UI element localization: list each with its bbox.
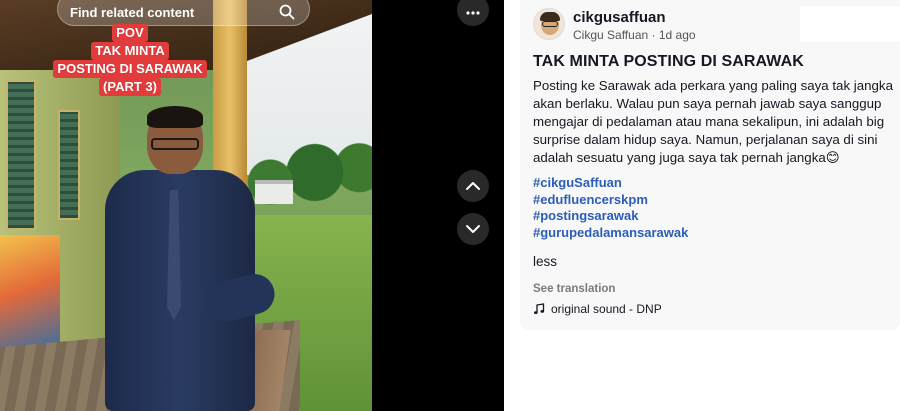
search-input[interactable]: Find related content	[70, 0, 275, 20]
music-note-icon	[534, 303, 545, 314]
video-window	[6, 80, 36, 230]
player-side-area	[372, 0, 504, 411]
tiktok-video-page: Find related content POV TAK MINTA POSTI…	[0, 0, 900, 411]
previous-video-button[interactable]	[457, 170, 489, 202]
ellipsis-icon	[466, 11, 480, 15]
hashtag-link[interactable]: #postingsarawak	[533, 208, 688, 225]
hashtag-link[interactable]: #gurupedalamansarawak	[533, 225, 688, 242]
video-caption-overlay: POV TAK MINTA POSTING DI SARAWAK (PART 3…	[46, 24, 214, 96]
video-window	[58, 110, 80, 220]
video-person	[95, 106, 279, 411]
avatar[interactable]	[533, 8, 565, 40]
sound-name: original sound - DNP	[551, 302, 662, 316]
see-translation-link[interactable]: See translation	[533, 283, 615, 295]
sound-link[interactable]: original sound - DNP	[533, 302, 662, 316]
post-description-card: cikgusaffuan Cikgu Saffuan · 1d ago TAK …	[520, 0, 900, 330]
overlay-line: TAK MINTA	[91, 42, 169, 60]
username-link[interactable]: cikgusaffuan	[573, 9, 666, 26]
overlay-line: (PART 3)	[99, 78, 161, 96]
video-player[interactable]: Find related content POV TAK MINTA POSTI…	[0, 0, 372, 411]
less-button[interactable]: less	[533, 254, 557, 269]
header-blank-area	[800, 6, 900, 42]
hashtag-list: #cikguSaffuan #edufluencerskpm #postings…	[533, 175, 688, 241]
hashtag-link[interactable]: #edufluencerskpm	[533, 192, 688, 209]
post-title: TAK MINTA POSTING DI SARAWAK	[533, 53, 804, 70]
details-panel: cikgusaffuan Cikgu Saffuan · 1d ago TAK …	[504, 0, 900, 411]
author-meta: Cikgu Saffuan · 1d ago	[573, 28, 696, 42]
display-name: Cikgu Saffuan	[573, 28, 649, 42]
post-description: Posting ke Sarawak ada perkara yang pali…	[533, 78, 893, 165]
meta-separator: ·	[648, 28, 659, 42]
post-time: 1d ago	[658, 28, 696, 42]
search-bar[interactable]: Find related content	[57, 0, 310, 26]
overlay-line: POV	[112, 24, 148, 42]
next-video-button[interactable]	[457, 213, 489, 245]
chevron-up-icon	[466, 182, 480, 190]
chevron-down-icon	[466, 225, 480, 233]
hashtag-link[interactable]: #cikguSaffuan	[533, 175, 688, 192]
video-mural	[0, 235, 60, 355]
overlay-line: POSTING DI SARAWAK	[53, 60, 207, 78]
search-icon[interactable]	[275, 0, 299, 24]
